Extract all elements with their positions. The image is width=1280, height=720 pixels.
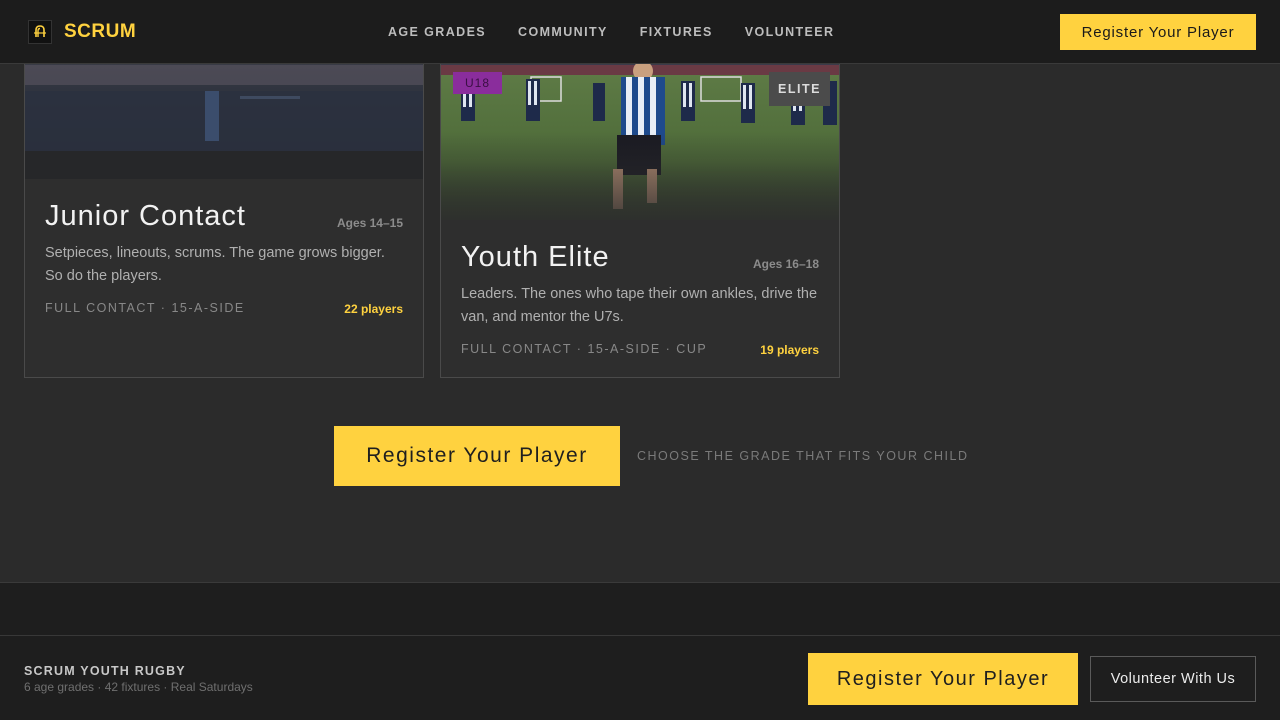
- nav-link-volunteer[interactable]: VOLUNTEER: [745, 25, 835, 39]
- card-player-count: 22 players: [344, 302, 403, 316]
- card-meta: FULL CONTACT · 15-A-SIDE · CUP: [461, 342, 708, 356]
- footer-org-name: SCRUM YOUTH RUGBY: [24, 664, 186, 678]
- card-player-count: 19 players: [760, 343, 819, 357]
- card-title: Junior Contact: [45, 200, 246, 232]
- section-divider: [0, 582, 1280, 636]
- register-button[interactable]: Register Your Player: [334, 426, 620, 486]
- tier-badge: ELITE: [769, 72, 830, 106]
- card-description: Leaders. The ones who tape their own ank…: [461, 286, 818, 325]
- card-title: Youth Elite: [461, 241, 610, 273]
- nav-link-fixtures[interactable]: FIXTURES: [640, 25, 713, 39]
- nav-links: AGE GRADES COMMUNITY FIXTURES VOLUNTEER: [388, 25, 834, 39]
- top-nav: SCRUM AGE GRADES COMMUNITY FIXTURES VOLU…: [0, 0, 1280, 64]
- footer-summary: 6 age grades · 42 fixtures · Real Saturd…: [24, 680, 253, 694]
- cta-note: CHOOSE THE GRADE THAT FITS YOUR CHILD: [637, 449, 969, 463]
- card-ages: Ages 14–15: [336, 216, 403, 230]
- footer-volunteer-button[interactable]: Volunteer With Us: [1090, 656, 1256, 702]
- nav-link-community[interactable]: COMMUNITY: [518, 25, 608, 39]
- card-description: Setpieces, lineouts, scrums. The game gr…: [45, 245, 385, 284]
- card-meta: FULL CONTACT · 15-A-SIDE: [45, 301, 245, 315]
- card-ages: Ages 16–18: [752, 257, 819, 271]
- logo-icon[interactable]: [28, 20, 52, 44]
- brand-name[interactable]: SCRUM: [64, 21, 136, 43]
- sticky-footer: SCRUM YOUTH RUGBY 6 age grades · 42 fixt…: [0, 635, 1280, 720]
- nav-link-age-grades[interactable]: AGE GRADES: [388, 25, 486, 39]
- age-badge: U18: [453, 72, 503, 94]
- footer-register-button[interactable]: Register Your Player: [808, 653, 1078, 705]
- nav-register-button[interactable]: Register Your Player: [1060, 14, 1256, 50]
